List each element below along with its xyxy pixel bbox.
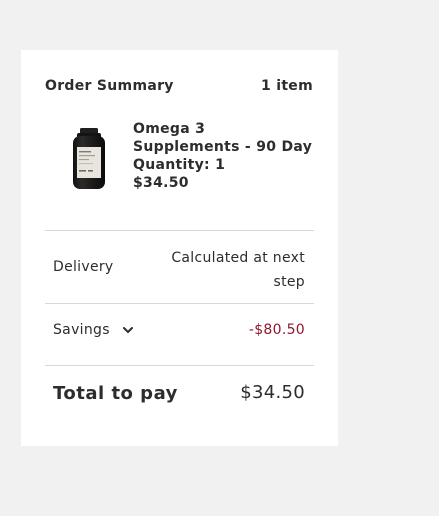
total-amount: $34.50 [240, 382, 305, 403]
order-summary-card: Order Summary 1 item Omega 3 Supplements… [21, 50, 338, 446]
summary-divider [45, 230, 314, 231]
savings-amount: -$80.50 [248, 322, 305, 338]
order-summary-title: Order Summary [45, 78, 174, 94]
product-quantity: Quantity: 1 [133, 157, 226, 173]
product-price: $34.50 [133, 175, 189, 191]
product-details: Omega 3 Supplements - 90 Day Quantity: 1… [133, 120, 313, 192]
delivery-label: Delivery [53, 259, 114, 275]
delivery-value: Calculated at next step [171, 250, 305, 290]
item-count: 1 item [261, 78, 313, 94]
product-line-item: Omega 3 Supplements - 90 Day Quantity: 1… [45, 120, 313, 212]
summary-divider [45, 365, 314, 366]
summary-divider [45, 303, 314, 304]
savings-toggle[interactable]: Savings [53, 322, 134, 338]
order-summary-header: Order Summary 1 item [45, 78, 313, 94]
chevron-down-icon [122, 324, 134, 336]
total-label: Total to pay [53, 383, 178, 404]
supplement-bottle-icon [69, 126, 109, 192]
product-name: Omega 3 Supplements - 90 Day [133, 121, 313, 155]
savings-label: Savings [53, 322, 110, 338]
